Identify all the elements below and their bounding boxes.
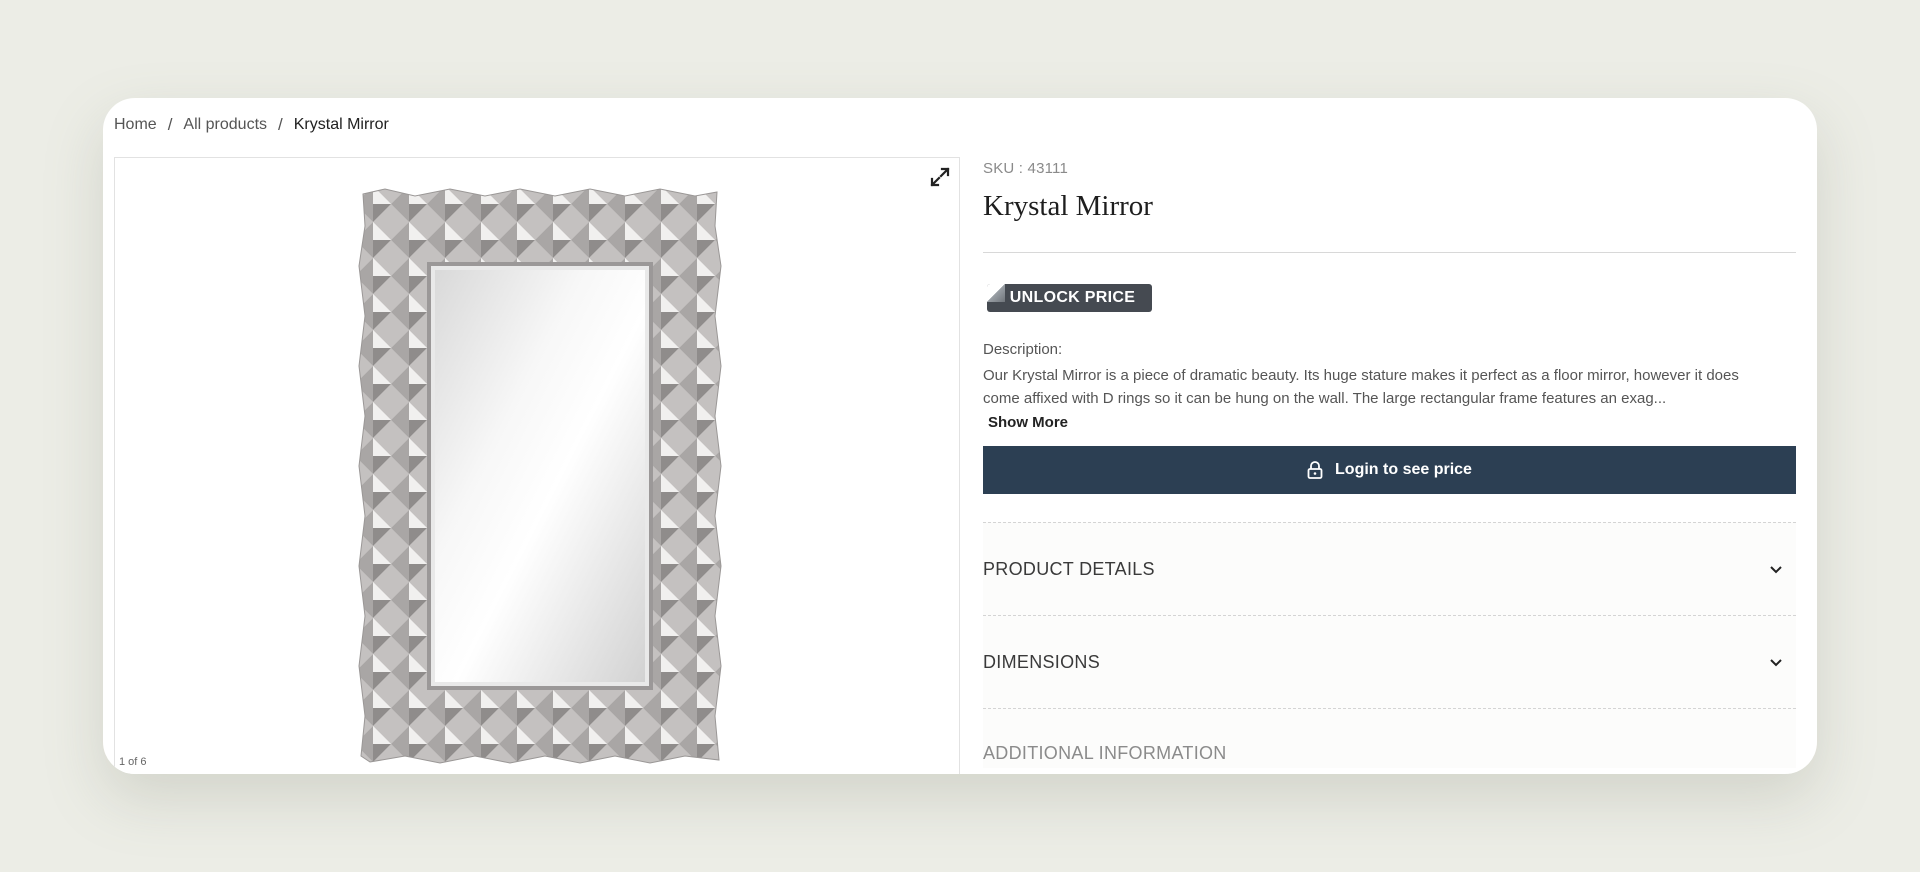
accordion-product-details[interactable]: PRODUCT DETAILS (983, 522, 1796, 615)
breadcrumb: Home / All products / Krystal Mirror (114, 115, 389, 135)
product-card: Home / All products / Krystal Mirror 1 o… (103, 98, 1817, 774)
breadcrumb-current: Krystal Mirror (293, 116, 389, 133)
unlock-price-badge[interactable]: UNLOCK PRICE (987, 284, 1152, 312)
login-button-label: Login to see price (1335, 461, 1472, 478)
chevron-down-icon (1768, 654, 1784, 670)
description-label: Description: (983, 341, 1063, 358)
breadcrumb-separator: / (167, 115, 173, 134)
accordion-label: DIMENSIONS (983, 651, 1101, 672)
show-more-link[interactable]: Show More (988, 414, 1068, 431)
expand-icon[interactable] (927, 164, 953, 190)
product-sku: SKU : 43111 (983, 160, 1069, 177)
product-accordion: PRODUCT DETAILS DIMENSIONS ADDITIONAL IN… (983, 522, 1796, 768)
accordion-additional-information[interactable]: ADDITIONAL INFORMATION (983, 708, 1796, 768)
product-gallery[interactable]: 1 of 6 (114, 157, 960, 774)
breadcrumb-home-link[interactable]: Home (114, 116, 157, 134)
breadcrumb-all-products-link[interactable]: All products (183, 116, 267, 134)
chevron-down-icon (1768, 561, 1784, 577)
description-text: Our Krystal Mirror is a piece of dramati… (983, 367, 1739, 407)
badge-corner-fold (987, 284, 1005, 302)
title-divider (983, 252, 1796, 253)
product-image-mirror[interactable] (355, 186, 725, 766)
accordion-label: ADDITIONAL INFORMATION (983, 743, 1227, 763)
accordion-label: PRODUCT DETAILS (983, 558, 1155, 579)
accordion-dimensions[interactable]: DIMENSIONS (983, 615, 1796, 708)
login-to-see-price-button[interactable]: Login to see price (983, 446, 1796, 494)
product-title: Krystal Mirror (983, 190, 1153, 222)
lock-icon (1307, 461, 1323, 479)
unlock-price-label: UNLOCK PRICE (1009, 289, 1136, 306)
product-info: SKU : 43111 Krystal Mirror UNLOCK PRICE … (983, 157, 1796, 768)
image-counter: 1 of 6 (119, 756, 147, 768)
breadcrumb-separator: / (278, 115, 283, 134)
